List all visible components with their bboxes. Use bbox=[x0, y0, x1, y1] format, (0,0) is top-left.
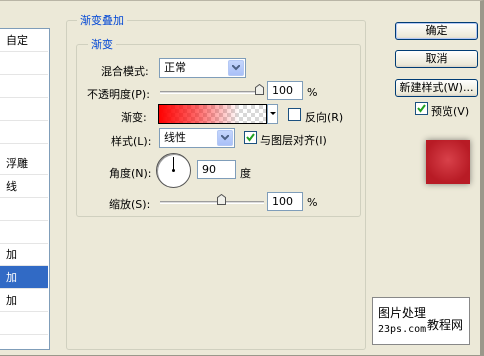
angle-needle-icon bbox=[172, 157, 175, 172]
style-item-custom[interactable]: 自定 bbox=[0, 29, 48, 52]
opacity-label: 不透明度(P): bbox=[87, 88, 150, 101]
watermark-line2: 23ps.com bbox=[378, 324, 427, 335]
opacity-unit: % bbox=[307, 86, 318, 99]
gradient-overlay-title: 渐变叠加 bbox=[77, 12, 127, 28]
scale-slider-thumb[interactable] bbox=[217, 194, 226, 205]
caret-down-icon bbox=[270, 112, 276, 115]
style-preview-thumbnail bbox=[426, 140, 470, 184]
new-style-button[interactable]: 新建样式(W)... bbox=[395, 79, 478, 97]
gradient-sub-title: 渐变 bbox=[88, 36, 116, 52]
style-select[interactable]: 线性 bbox=[159, 128, 235, 148]
blend-mode-label: 混合模式: bbox=[101, 65, 149, 78]
reverse-checkbox[interactable] bbox=[288, 108, 301, 121]
gradient-swatch[interactable] bbox=[158, 104, 267, 124]
checkmark-icon bbox=[417, 104, 426, 113]
watermark-line1: 图片处理 bbox=[378, 306, 427, 320]
align-with-layer-checkbox[interactable] bbox=[244, 131, 257, 144]
angle-label: 角度(N): bbox=[109, 167, 152, 180]
chevron-down-icon[interactable] bbox=[228, 60, 244, 76]
preview-label: 预览(V) bbox=[431, 105, 470, 118]
style-item[interactable] bbox=[0, 75, 48, 98]
chevron-down-icon[interactable] bbox=[217, 130, 233, 146]
style-item-stroke[interactable]: 线 bbox=[0, 175, 48, 198]
style-item[interactable] bbox=[0, 121, 48, 144]
style-item[interactable] bbox=[0, 52, 48, 75]
watermark: 图片处理 23ps.com 教程网 bbox=[372, 297, 470, 345]
style-item[interactable] bbox=[0, 221, 48, 244]
angle-unit: 度 bbox=[240, 167, 251, 180]
angle-input[interactable] bbox=[197, 160, 236, 179]
style-item[interactable] bbox=[0, 98, 48, 121]
align-with-layer-label: 与图层对齐(I) bbox=[260, 134, 327, 147]
checkmark-icon bbox=[246, 133, 255, 142]
preview-checkbox[interactable] bbox=[415, 102, 428, 115]
scale-slider[interactable] bbox=[160, 201, 264, 204]
style-item-color-overlay[interactable]: 加 bbox=[0, 243, 48, 266]
ok-button[interactable]: 确定 bbox=[395, 22, 478, 40]
blend-mode-value: 正常 bbox=[164, 61, 186, 74]
style-item-pattern-overlay[interactable]: 加 bbox=[0, 289, 48, 312]
cancel-button[interactable]: 取消 bbox=[395, 50, 478, 68]
gradient-label: 渐变: bbox=[121, 111, 147, 124]
opacity-slider[interactable] bbox=[160, 91, 264, 94]
scale-label: 缩放(S): bbox=[109, 198, 151, 211]
scale-unit: % bbox=[307, 196, 318, 209]
style-label: 样式(L): bbox=[111, 135, 152, 148]
blend-mode-select[interactable]: 正常 bbox=[159, 58, 246, 78]
angle-dial[interactable] bbox=[156, 153, 191, 188]
reverse-label: 反向(R) bbox=[305, 111, 344, 124]
style-item[interactable] bbox=[0, 312, 48, 335]
watermark-line3: 教程网 bbox=[427, 318, 464, 332]
style-item-gradient-overlay[interactable]: 加 bbox=[0, 266, 48, 289]
scale-input[interactable] bbox=[267, 192, 303, 211]
style-item-emboss[interactable]: 浮雕 bbox=[0, 152, 48, 175]
style-item[interactable] bbox=[0, 198, 48, 221]
style-list[interactable]: 自定 浮雕 线 加 加 加 bbox=[0, 28, 50, 350]
opacity-input[interactable] bbox=[267, 81, 303, 100]
style-value: 线性 bbox=[164, 131, 186, 144]
opacity-slider-thumb[interactable] bbox=[255, 84, 264, 95]
gradient-dropdown[interactable] bbox=[267, 104, 278, 124]
